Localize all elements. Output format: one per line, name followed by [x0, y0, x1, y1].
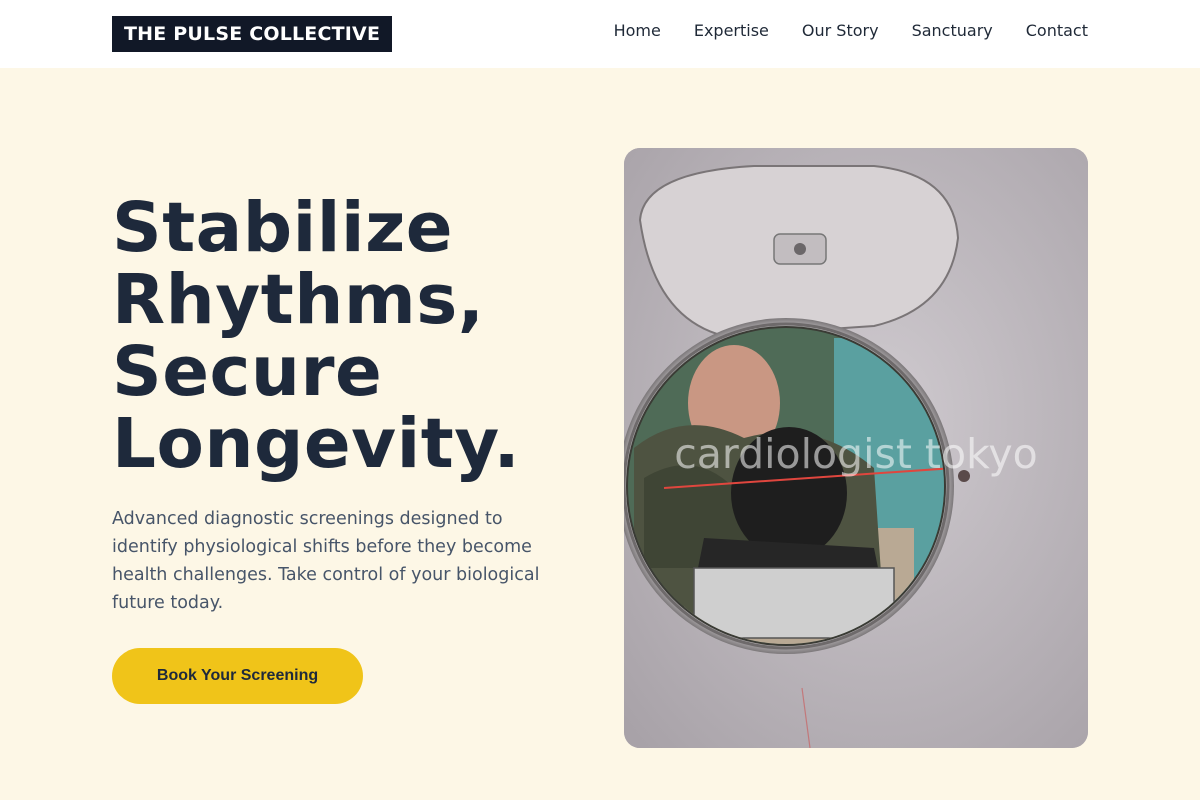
nav-contact[interactable]: Contact: [1026, 20, 1088, 42]
hero-image: cardiologist tokyo: [624, 148, 1088, 748]
hero-title: Stabilize Rhythms, Secure Longevity.: [112, 192, 582, 480]
hero-title-line: Longevity.: [112, 404, 521, 484]
book-screening-button[interactable]: Book Your Screening: [112, 648, 363, 704]
hero-title-line: Rhythms,: [112, 260, 485, 340]
hero-title-line: Stabilize: [112, 188, 454, 268]
main-nav: Home Expertise Our Story Sanctuary Conta…: [614, 20, 1088, 42]
logo[interactable]: THE PULSE COLLECTIVE: [112, 16, 393, 52]
hero-description: Advanced diagnostic screenings designed …: [112, 509, 540, 613]
image-watermark: cardiologist tokyo: [674, 430, 1038, 478]
nav-sanctuary[interactable]: Sanctuary: [912, 20, 993, 42]
nav-home[interactable]: Home: [614, 20, 661, 42]
hero-title-line: Secure: [112, 332, 383, 412]
nav-expertise[interactable]: Expertise: [694, 20, 769, 42]
nav-our-story[interactable]: Our Story: [802, 20, 879, 42]
site-header: THE PULSE COLLECTIVE Home Expertise Our …: [0, 0, 1200, 68]
